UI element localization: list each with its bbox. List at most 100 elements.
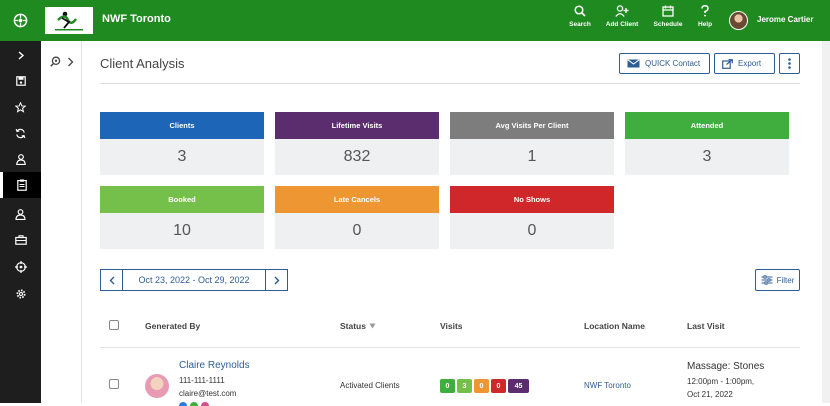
client-email: claire@test.com bbox=[179, 389, 237, 398]
client-phone: 111-111-1111 bbox=[179, 376, 225, 385]
status-header-label: Status bbox=[340, 321, 366, 331]
last-visit-time: 12:00pm - 1:00pm, bbox=[687, 377, 755, 386]
star-icon bbox=[15, 101, 26, 113]
help-icon bbox=[701, 5, 709, 17]
card-header: No Shows bbox=[450, 186, 614, 213]
filter-button[interactable]: Filter bbox=[755, 269, 800, 291]
clipboard-icon bbox=[17, 179, 27, 191]
logo-icon bbox=[55, 11, 83, 30]
user-icon bbox=[15, 153, 26, 165]
settings-wheel-icon bbox=[13, 13, 28, 28]
top-nav-label: Search bbox=[569, 21, 591, 28]
search-icon bbox=[574, 5, 586, 17]
save-icon bbox=[15, 76, 26, 86]
briefcase-icon bbox=[14, 235, 27, 245]
summary-card-late-cancels[interactable]: Late Cancels 0 bbox=[275, 186, 439, 249]
main-content: Client Analysis QUICK Contact Export Cli… bbox=[82, 41, 822, 406]
chevron-left-icon bbox=[109, 276, 114, 284]
sort-down-icon bbox=[369, 323, 376, 329]
card-value: 10 bbox=[100, 213, 264, 249]
more-options-button[interactable] bbox=[779, 53, 800, 74]
filter-label: Filter bbox=[776, 275, 795, 285]
row-checkbox[interactable] bbox=[109, 379, 119, 389]
date-range-label[interactable]: Oct 23, 2022 - Oct 29, 2022 bbox=[122, 270, 266, 290]
column-header-generated-by[interactable]: Generated By bbox=[145, 321, 200, 331]
card-header: Lifetime Visits bbox=[275, 112, 439, 139]
select-all-checkbox[interactable] bbox=[109, 320, 119, 330]
visits-booked-badge: 3 bbox=[457, 379, 472, 393]
top-nav-search[interactable]: Search bbox=[558, 5, 602, 28]
sidebar-item-marketing[interactable] bbox=[0, 254, 41, 280]
sidebar-item-sync[interactable] bbox=[0, 120, 41, 146]
client-avatar bbox=[145, 374, 169, 398]
top-nav-label: Add Client bbox=[605, 21, 639, 28]
visits-no-show-badge: 0 bbox=[491, 379, 506, 393]
table-header-divider bbox=[100, 347, 800, 348]
chevron-right-icon bbox=[68, 57, 74, 66]
visits-lifetime-badge: 45 bbox=[508, 379, 529, 393]
top-nav-add-client[interactable]: Add Client bbox=[600, 5, 644, 28]
top-nav-label: Schedule bbox=[653, 21, 683, 28]
brand-name: NWF Toronto bbox=[102, 13, 171, 25]
column-header-location[interactable]: Location Name bbox=[584, 321, 645, 331]
visits-attended-badge: 0 bbox=[440, 379, 455, 393]
staff-icon bbox=[15, 208, 26, 220]
page-scrollbar[interactable] bbox=[822, 41, 830, 403]
column-header-last-visit[interactable]: Last Visit bbox=[687, 321, 725, 331]
export-label: Export bbox=[738, 59, 762, 68]
last-visit-date: Oct 21, 2022 bbox=[687, 390, 733, 399]
chevron-right-icon bbox=[18, 50, 24, 60]
quick-contact-label: QUICK Contact bbox=[645, 59, 701, 68]
summary-card-avg-visits[interactable]: Avg Visits Per Client 1 bbox=[450, 112, 614, 175]
last-visit-service: Massage: Stones bbox=[687, 361, 765, 372]
sliders-icon bbox=[761, 275, 773, 285]
summary-card-no-shows[interactable]: No Shows 0 bbox=[450, 186, 614, 249]
top-nav-help[interactable]: Help bbox=[683, 5, 727, 28]
next-week-button[interactable] bbox=[266, 270, 287, 290]
card-header: Avg Visits Per Client bbox=[450, 112, 614, 139]
sidebar-item-clients[interactable] bbox=[0, 146, 41, 172]
card-value: 3 bbox=[625, 139, 789, 175]
visits-late-cancel-badge: 0 bbox=[474, 379, 489, 393]
previous-week-button[interactable] bbox=[101, 270, 122, 290]
user-name[interactable]: Jerome Cartier bbox=[757, 15, 813, 24]
date-range-nav: Oct 23, 2022 - Oct 29, 2022 bbox=[100, 269, 288, 291]
rail-toggle[interactable] bbox=[50, 56, 74, 67]
top-nav-label: Help bbox=[697, 21, 713, 28]
card-value: 3 bbox=[100, 139, 264, 175]
filter-rail bbox=[41, 41, 82, 403]
calendar-icon bbox=[662, 5, 674, 17]
target-icon bbox=[14, 261, 27, 273]
top-bar: NWF Toronto Search Add Client Schedule H… bbox=[0, 0, 830, 41]
quick-contact-button[interactable]: QUICK Contact bbox=[619, 53, 710, 74]
sidebar-item-staff[interactable] bbox=[0, 201, 41, 227]
location-link[interactable]: NWF Toronto bbox=[584, 381, 631, 390]
sidebar-item-favorites[interactable] bbox=[0, 94, 41, 120]
chevron-right-icon bbox=[274, 276, 279, 284]
app-menu-button[interactable] bbox=[0, 0, 41, 41]
sidebar-item-business[interactable] bbox=[0, 227, 41, 253]
summary-card-attended[interactable]: Attended 3 bbox=[625, 112, 789, 175]
column-header-status[interactable]: Status bbox=[340, 321, 376, 331]
user-avatar[interactable] bbox=[729, 11, 748, 30]
card-value: 1 bbox=[450, 139, 614, 175]
card-header: Booked bbox=[100, 186, 264, 213]
sidebar-item-settings[interactable] bbox=[0, 281, 41, 307]
summary-card-booked[interactable]: Booked 10 bbox=[100, 186, 264, 249]
export-icon bbox=[722, 58, 733, 69]
card-header: Clients bbox=[100, 112, 264, 139]
export-button[interactable]: Export bbox=[714, 53, 775, 74]
refresh-icon bbox=[15, 128, 26, 138]
client-status: Activated Clients bbox=[340, 381, 400, 390]
sidebar-item-save[interactable] bbox=[0, 68, 41, 94]
company-logo[interactable] bbox=[45, 7, 93, 34]
summary-card-clients[interactable]: Clients 3 bbox=[100, 112, 264, 175]
column-header-visits[interactable]: Visits bbox=[440, 321, 463, 331]
more-vertical-icon bbox=[788, 58, 791, 69]
card-header: Attended bbox=[625, 112, 789, 139]
sidebar-expand[interactable] bbox=[0, 42, 41, 68]
client-name-link[interactable]: Claire Reynolds bbox=[179, 360, 250, 371]
left-sidebar bbox=[0, 41, 41, 403]
summary-card-lifetime-visits[interactable]: Lifetime Visits 832 bbox=[275, 112, 439, 175]
sidebar-item-reports[interactable] bbox=[0, 172, 41, 198]
